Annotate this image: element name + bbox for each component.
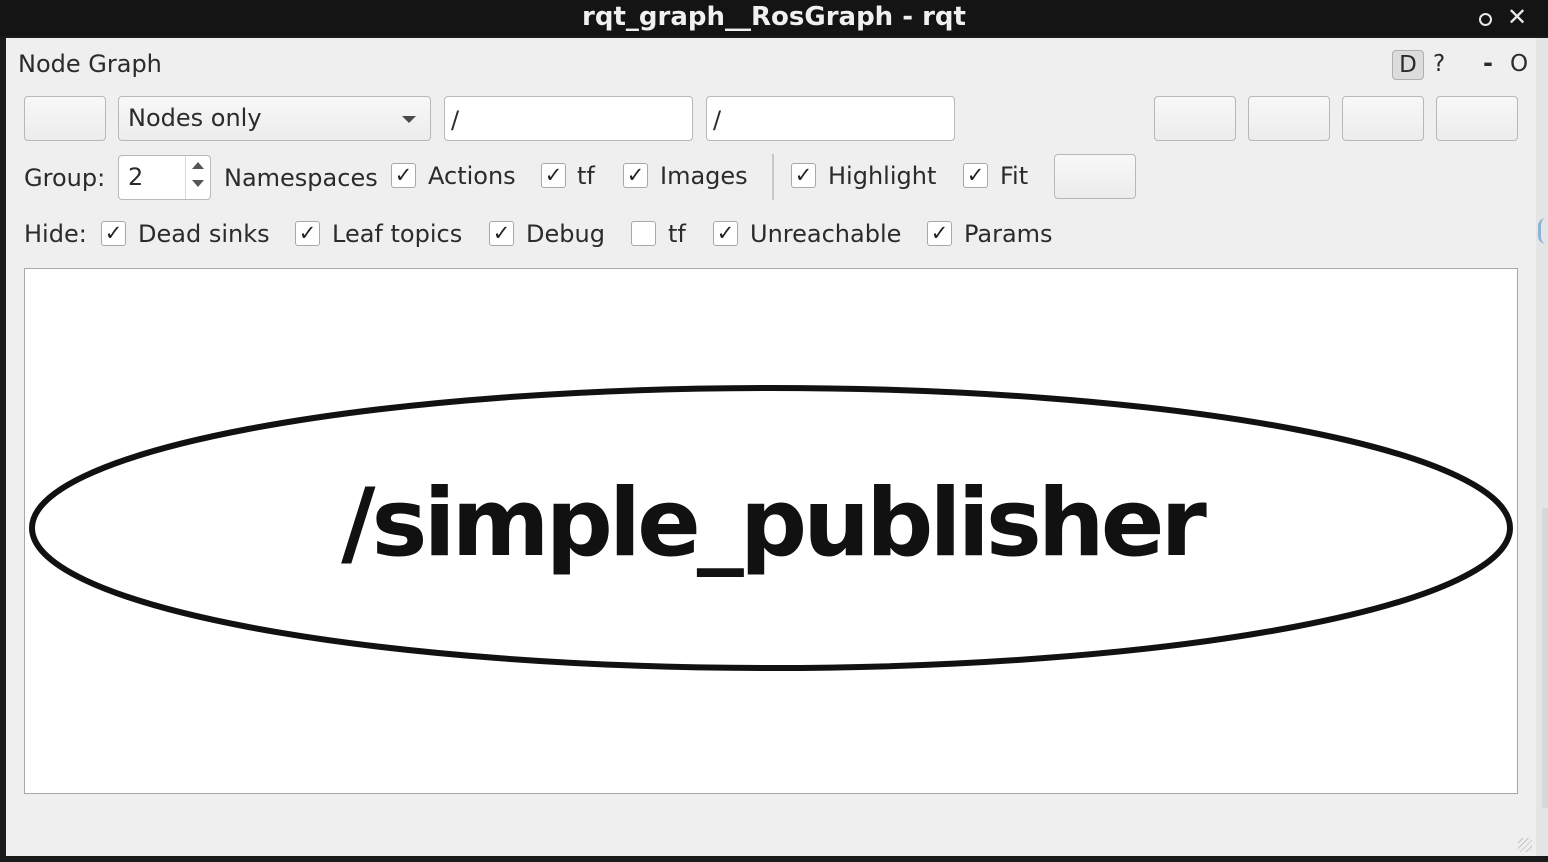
toolbar-separator <box>772 154 774 200</box>
group-spinbox[interactable]: 2 <box>118 155 211 200</box>
checkbox-params-label[interactable]: Params <box>964 220 1053 248</box>
title-bar: rqt_graph__RosGraph - rqt ✕ <box>0 0 1548 36</box>
graph-type-value: Nodes only <box>128 104 262 132</box>
graph-type-select[interactable]: Nodes only <box>118 96 431 141</box>
group-label: Group: <box>24 164 106 192</box>
checkbox-dead-sinks[interactable]: ✓ <box>101 221 126 246</box>
fit-view-button[interactable] <box>1054 154 1136 199</box>
node-filter-input[interactable]: / <box>444 96 693 141</box>
save-image-button[interactable] <box>1436 96 1518 141</box>
checkbox-hide-tf[interactable] <box>631 221 656 246</box>
checkbox-highlight[interactable]: ✓ <box>791 163 816 188</box>
help-button[interactable]: ? <box>1433 51 1445 77</box>
checkbox-images-label[interactable]: Images <box>660 162 748 190</box>
checkbox-leaf-topics[interactable]: ✓ <box>295 221 320 246</box>
hide-label: Hide: <box>24 220 87 248</box>
graph-canvas[interactable]: /simple_publisher <box>24 268 1518 794</box>
checkbox-dead-sinks-label[interactable]: Dead sinks <box>138 220 270 248</box>
checkbox-actions[interactable]: ✓ <box>391 163 416 188</box>
checkbox-hide-tf-label[interactable]: tf <box>668 220 686 248</box>
checkbox-images[interactable]: ✓ <box>623 163 648 188</box>
checkbox-tf[interactable]: ✓ <box>541 163 566 188</box>
float-button[interactable]: O <box>1510 51 1528 77</box>
chevron-down-icon <box>402 116 416 123</box>
group-value: 2 <box>128 163 144 191</box>
graph-node-label[interactable]: /simple_publisher <box>25 469 1519 578</box>
load-dot-button[interactable] <box>1154 96 1236 141</box>
edge-handle <box>1538 218 1548 244</box>
plugin-title: Node Graph <box>18 50 162 78</box>
checkbox-leaf-topics-label[interactable]: Leaf topics <box>332 220 462 248</box>
refresh-graph-button[interactable] <box>24 96 106 141</box>
namespaces-label: Namespaces <box>224 164 378 192</box>
checkbox-unreachable-label[interactable]: Unreachable <box>750 220 901 248</box>
minimize-button[interactable]: - <box>1483 49 1493 77</box>
spin-divider <box>185 156 186 199</box>
checkbox-params[interactable]: ✓ <box>927 221 952 246</box>
checkbox-fit-label[interactable]: Fit <box>1000 162 1028 190</box>
checkbox-debug-label[interactable]: Debug <box>526 220 605 248</box>
resize-grip[interactable] <box>1518 838 1532 852</box>
window-close-icon[interactable]: ✕ <box>1507 5 1527 29</box>
checkbox-tf-label[interactable]: tf <box>577 162 595 190</box>
checkbox-fit[interactable]: ✓ <box>963 163 988 188</box>
plugin-window: Node Graph D ? - O Nodes only / / Group:… <box>6 38 1536 856</box>
checkbox-actions-label[interactable]: Actions <box>428 162 516 190</box>
checkbox-debug[interactable]: ✓ <box>489 221 514 246</box>
window-edge <box>1536 38 1548 856</box>
spin-up-icon[interactable] <box>192 162 204 169</box>
checkbox-unreachable[interactable]: ✓ <box>713 221 738 246</box>
save-svg-button[interactable] <box>1342 96 1424 141</box>
edge-track <box>1542 508 1548 808</box>
checkbox-highlight-label[interactable]: Highlight <box>828 162 936 190</box>
topic-filter-input[interactable]: / <box>706 96 955 141</box>
dock-d-button[interactable]: D <box>1392 50 1424 80</box>
window-restore-icon[interactable] <box>1476 6 1492 28</box>
save-dot-button[interactable] <box>1248 96 1330 141</box>
window-title: rqt_graph__RosGraph - rqt <box>582 2 966 32</box>
spin-down-icon[interactable] <box>192 180 204 187</box>
